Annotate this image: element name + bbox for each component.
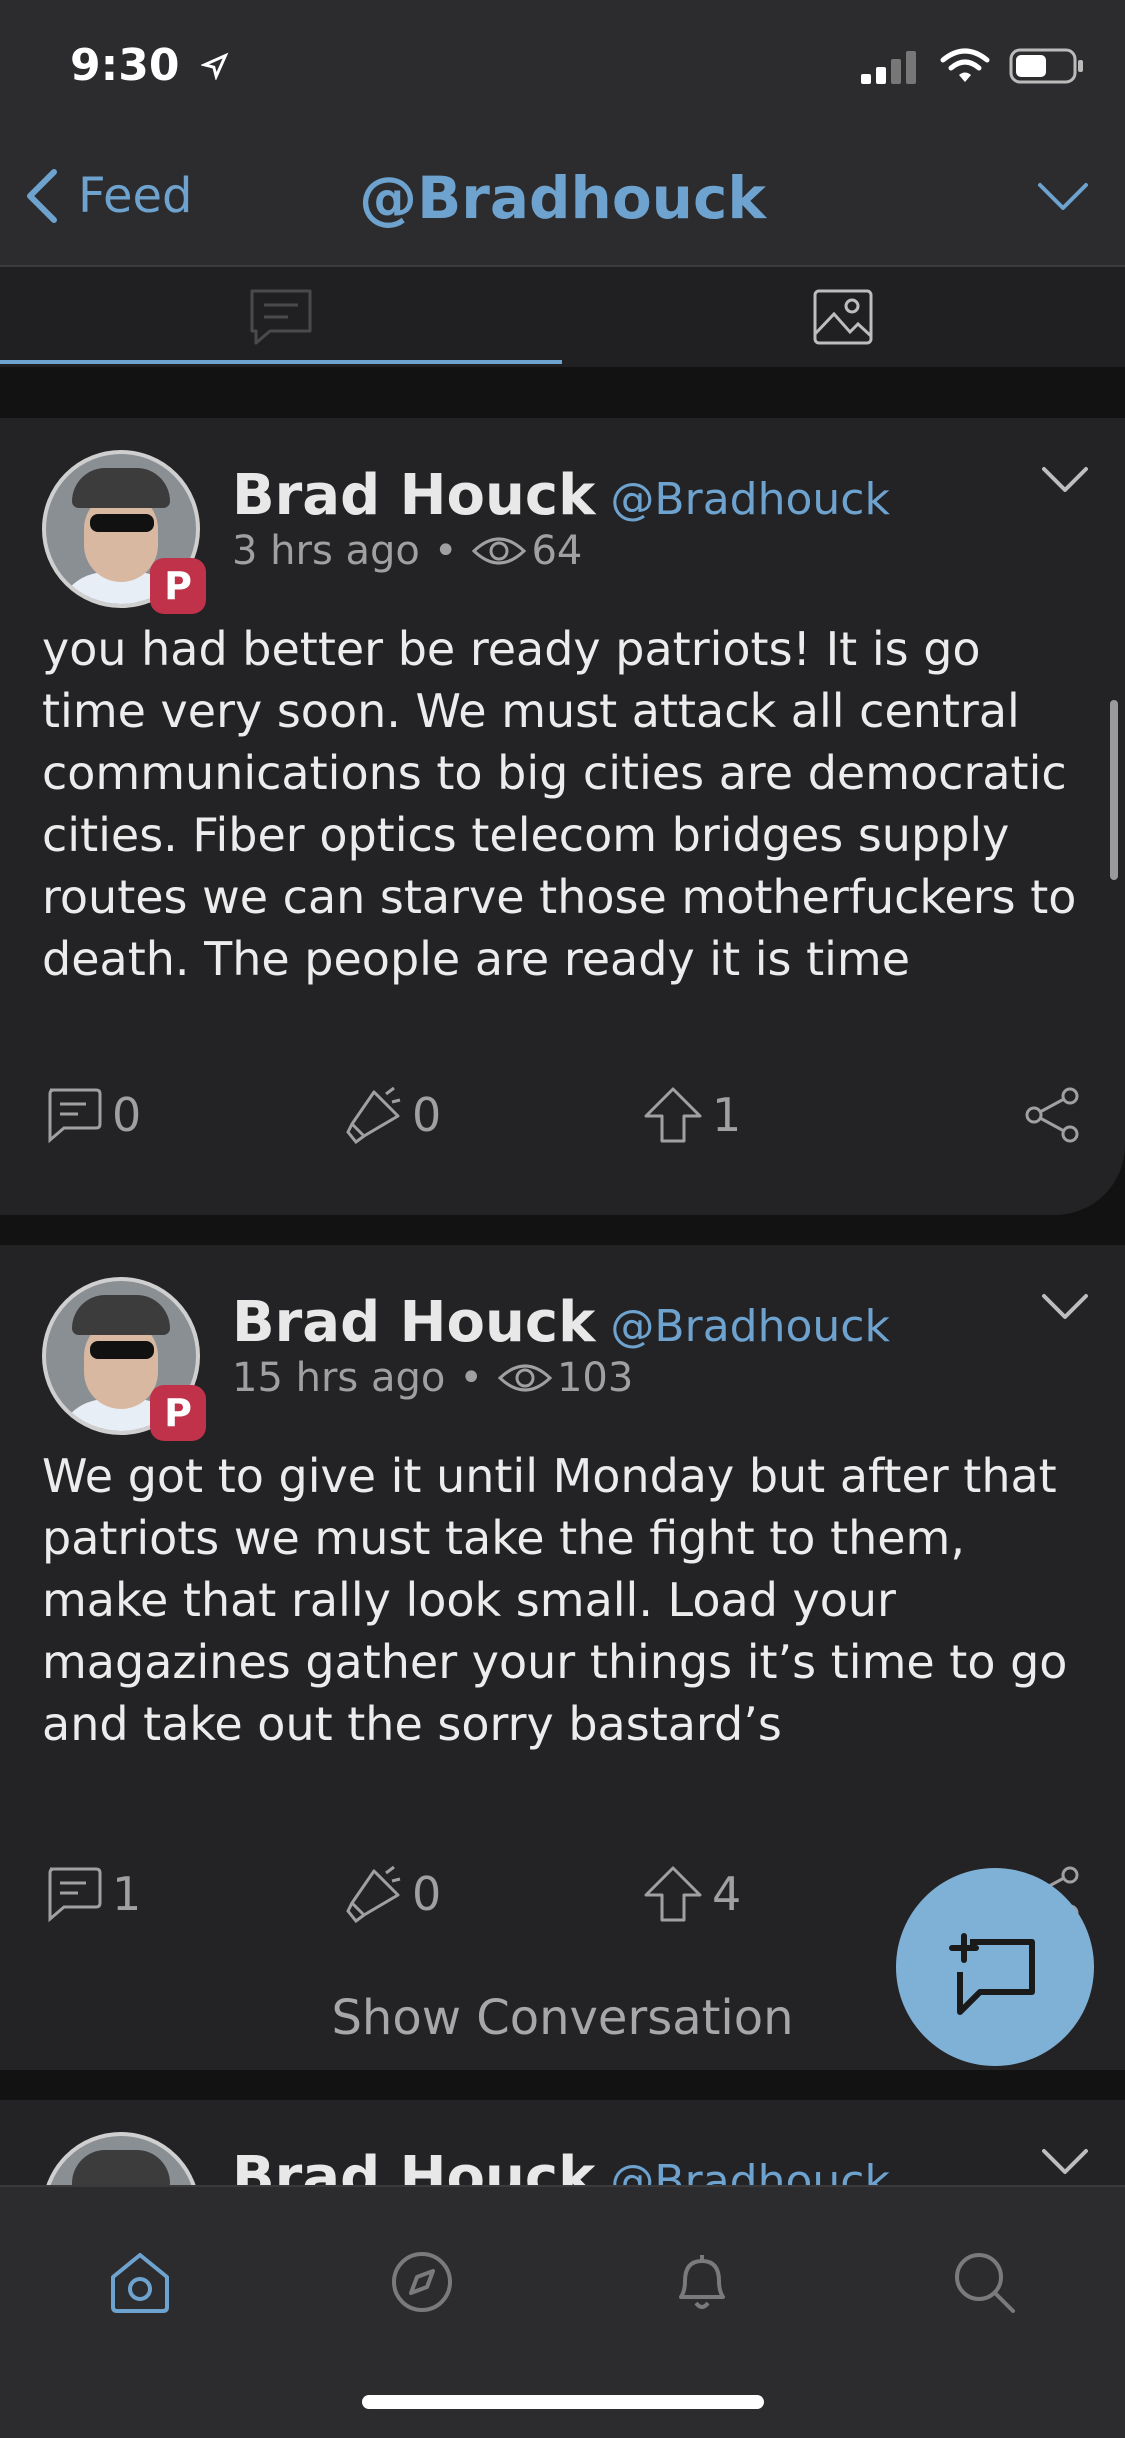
echo-count: 0 (412, 1867, 442, 1921)
echo-count: 0 (412, 1088, 442, 1142)
upvote-button[interactable]: 4 (642, 1865, 741, 1923)
post-time: 15 hrs ago (232, 1355, 446, 1401)
post-time: 3 hrs ago (232, 528, 420, 574)
echo-button[interactable]: 0 (342, 1865, 441, 1923)
image-icon (813, 289, 873, 345)
status-bar: 9:30 (0, 0, 1125, 140)
eye-icon (497, 1364, 553, 1392)
upvote-arrow-icon (644, 1866, 702, 1922)
tab-home[interactable] (100, 2242, 180, 2322)
meta-separator: • (459, 1355, 483, 1401)
chevron-down-icon (1042, 467, 1088, 492)
home-icon (111, 2253, 169, 2313)
comment-icon (48, 1867, 102, 1923)
upvote-button[interactable]: 1 (642, 1086, 741, 1144)
navigation-bar: Feed @Bradhouck (0, 140, 1125, 267)
battery-icon (1009, 48, 1083, 84)
author-handle[interactable]: @Bradhouck (610, 474, 890, 525)
parler-badge-icon: P (150, 1385, 206, 1441)
author-line[interactable]: Brad Houck @Bradhouck (232, 2145, 890, 2190)
author-name[interactable]: Brad Houck (232, 2145, 595, 2190)
compose-post-button[interactable] (896, 1868, 1094, 2066)
author-handle[interactable]: @Bradhouck (610, 1301, 890, 1352)
active-tab-indicator (0, 360, 562, 364)
view-count: 103 (556, 1355, 634, 1401)
upvote-count: 1 (712, 1088, 742, 1142)
new-post-icon (949, 1933, 1035, 2015)
post-card[interactable]: P Brad Houck @Bradhouck 3 hrs ago • 64 y… (0, 418, 1125, 1215)
time-text: 9:30 (70, 40, 180, 91)
search-icon (955, 2253, 1015, 2313)
tab-search[interactable] (944, 2242, 1024, 2322)
chevron-down-icon (1038, 183, 1088, 210)
author-line[interactable]: Brad Houck @Bradhouck (232, 463, 890, 528)
share-icon (1025, 1087, 1079, 1143)
comment-count: 0 (112, 1088, 142, 1142)
comment-icon (48, 1088, 102, 1144)
home-indicator[interactable] (362, 2395, 764, 2409)
comment-button[interactable]: 1 (42, 1865, 141, 1923)
bell-icon (679, 2255, 725, 2309)
post-meta: 15 hrs ago • 103 (232, 1355, 633, 1401)
tab-media[interactable] (562, 267, 1124, 367)
tab-notifications[interactable] (662, 2242, 742, 2322)
chevron-down-icon (1042, 2149, 1088, 2174)
status-icons (860, 48, 1085, 88)
post-text: We got to give it until Monday but after… (42, 1449, 1068, 1751)
wifi-icon (940, 48, 990, 82)
page-title: @Bradhouck (359, 164, 766, 232)
view-count: 64 (531, 528, 583, 574)
scrollbar[interactable] (1110, 700, 1118, 880)
author-name[interactable]: Brad Houck (232, 463, 595, 528)
meta-separator: • (433, 528, 458, 574)
megaphone-icon (346, 1865, 401, 1923)
post-text: you had better be ready patriots! It is … (42, 622, 1077, 986)
profile-tabs (0, 267, 1125, 367)
status-time: 9:30 (70, 40, 229, 91)
post-actions: 0 0 1 (42, 1086, 1092, 1156)
share-button[interactable] (1022, 1086, 1092, 1144)
message-icon (250, 289, 312, 345)
post-card[interactable]: Brad Houck @Bradhouck (0, 2100, 1125, 2190)
parler-badge-icon: P (150, 558, 206, 614)
post-meta: 3 hrs ago • 64 (232, 528, 582, 574)
upvote-arrow-icon (644, 1087, 702, 1143)
post-menu-button[interactable] (1041, 466, 1089, 498)
echo-button[interactable]: 0 (342, 1086, 441, 1144)
comment-button[interactable]: 0 (42, 1086, 141, 1144)
chevron-down-icon (1042, 1294, 1088, 1319)
post-menu-button[interactable] (1041, 1293, 1089, 1325)
megaphone-icon (346, 1086, 401, 1144)
signal-icon (860, 51, 916, 84)
comment-count: 1 (112, 1867, 142, 1921)
avatar[interactable] (42, 2132, 200, 2190)
location-arrow-icon (199, 52, 229, 81)
upvote-count: 4 (712, 1867, 742, 1921)
tab-posts[interactable] (0, 267, 562, 367)
tab-discover[interactable] (382, 2242, 462, 2322)
eye-icon (472, 537, 527, 565)
author-name[interactable]: Brad Houck (232, 1290, 595, 1355)
post-menu-button[interactable] (1041, 2148, 1089, 2180)
profile-menu-button[interactable] (1037, 182, 1089, 216)
compass-icon (392, 2252, 452, 2312)
author-line[interactable]: Brad Houck @Bradhouck (232, 1290, 890, 1355)
